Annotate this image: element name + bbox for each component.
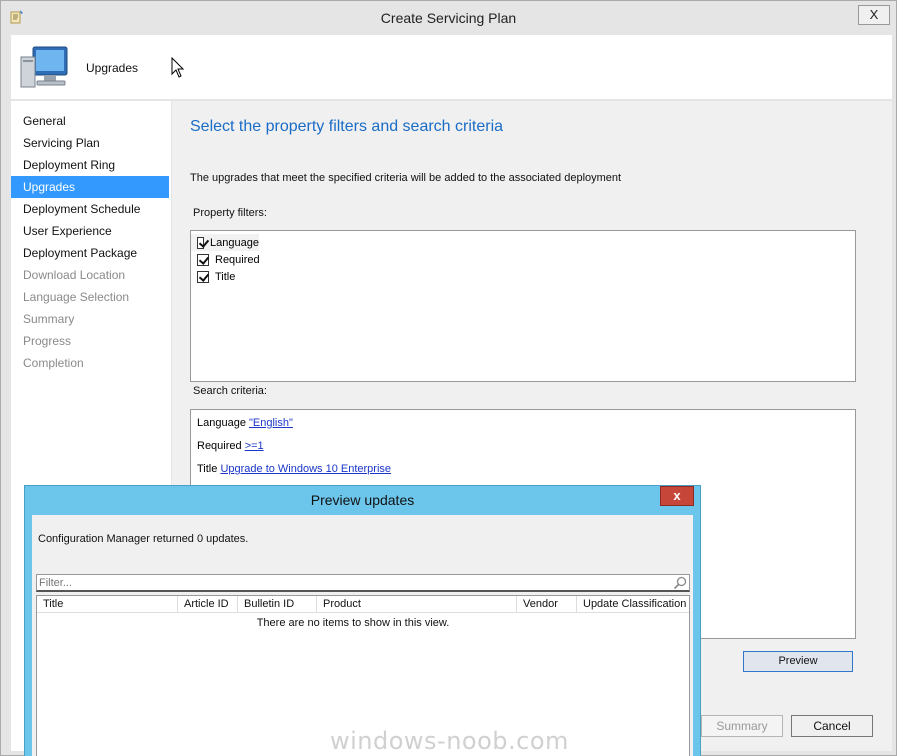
- checkbox-checked-icon[interactable]: [197, 236, 205, 249]
- criteria-title-link[interactable]: Upgrade to Windows 10 Enterprise: [220, 463, 391, 475]
- criteria-name: Language: [197, 417, 246, 429]
- filter-bar: [36, 574, 690, 592]
- nav-item-deployment-package[interactable]: Deployment Package: [11, 242, 171, 264]
- column-header-title[interactable]: Title: [37, 596, 178, 612]
- checkbox-checked-icon[interactable]: [197, 253, 209, 266]
- filter-language-checkbox[interactable]: Language: [191, 234, 259, 251]
- nav-item-progress: Progress: [23, 334, 72, 348]
- criteria-title: Title Upgrade to Windows 10 Enterprise: [197, 461, 849, 484]
- window-title: Create Servicing Plan: [380, 10, 517, 26]
- nav-item-servicing-plan[interactable]: Servicing Plan: [11, 132, 171, 154]
- criteria-required: Required >=1: [197, 438, 849, 461]
- dialog-close-button[interactable]: x: [660, 486, 694, 506]
- wizard-header: Upgrades: [11, 35, 892, 99]
- nav-item-deployment-ring[interactable]: Deployment Ring: [11, 154, 171, 176]
- preview-updates-dialog: Preview updates x Configuration Manager …: [24, 485, 701, 756]
- nav-item-user-experience[interactable]: User Experience: [11, 220, 171, 242]
- page-heading: Select the property filters and search c…: [190, 118, 504, 135]
- grid-header: Title Article ID Bulletin ID Product Ven…: [37, 596, 689, 613]
- criteria-language-link[interactable]: "English": [249, 417, 293, 429]
- nav-item-language-selection: Language Selection: [23, 290, 130, 304]
- cancel-button[interactable]: Cancel: [791, 715, 873, 737]
- filter-label: Title: [215, 270, 236, 283]
- filter-title-checkbox[interactable]: Title: [191, 268, 855, 285]
- filter-required-checkbox[interactable]: Required: [191, 251, 855, 268]
- nav-item-completion: Completion: [23, 356, 84, 370]
- page-description: The upgrades that meet the specified cri…: [190, 172, 622, 184]
- column-header-article-id[interactable]: Article ID: [178, 596, 238, 612]
- filter-label: Required: [215, 253, 260, 266]
- computer-monitor-icon: [20, 46, 68, 88]
- column-header-bulletin-id[interactable]: Bulletin ID: [238, 596, 317, 612]
- property-filters-list[interactable]: Language Required Title: [190, 230, 856, 382]
- criteria-required-link[interactable]: >=1: [245, 440, 264, 452]
- search-icon[interactable]: [673, 576, 687, 590]
- nav-item-general[interactable]: General: [11, 110, 171, 132]
- nav-item-deployment-schedule[interactable]: Deployment Schedule: [11, 198, 171, 220]
- dialog-body: Configuration Manager returned 0 updates…: [32, 515, 693, 756]
- criteria-name: Title: [197, 463, 218, 475]
- criteria-name: Required: [197, 440, 242, 452]
- title-bar[interactable]: Create Servicing Plan X: [1, 1, 896, 35]
- header-title: Upgrades: [86, 61, 139, 75]
- summary-button[interactable]: Summary: [701, 715, 783, 737]
- nav-item-summary: Summary: [23, 312, 75, 326]
- preview-button[interactable]: Preview: [743, 651, 853, 672]
- property-filters-label: Property filters:: [193, 207, 267, 219]
- filter-input[interactable]: [37, 575, 657, 591]
- column-header-update-classification[interactable]: Update Classification: [577, 596, 689, 612]
- column-header-product[interactable]: Product: [317, 596, 517, 612]
- search-criteria-label: Search criteria:: [193, 385, 267, 397]
- dialog-title: Preview updates: [310, 492, 415, 508]
- mouse-pointer-icon: [171, 57, 185, 78]
- nav-item-upgrades[interactable]: Upgrades: [11, 176, 169, 198]
- criteria-language: Language "English": [197, 415, 849, 438]
- empty-grid-message: There are no items to show in this view.: [256, 617, 450, 629]
- nav-item-download-location: Download Location: [23, 268, 126, 282]
- filter-label: Language: [210, 236, 259, 249]
- result-message: Configuration Manager returned 0 updates…: [38, 533, 249, 545]
- window-close-button[interactable]: X: [858, 5, 890, 25]
- checkbox-checked-icon[interactable]: [197, 270, 209, 283]
- watermark: windows-noob.com: [330, 727, 569, 755]
- column-header-vendor[interactable]: Vendor: [517, 596, 577, 612]
